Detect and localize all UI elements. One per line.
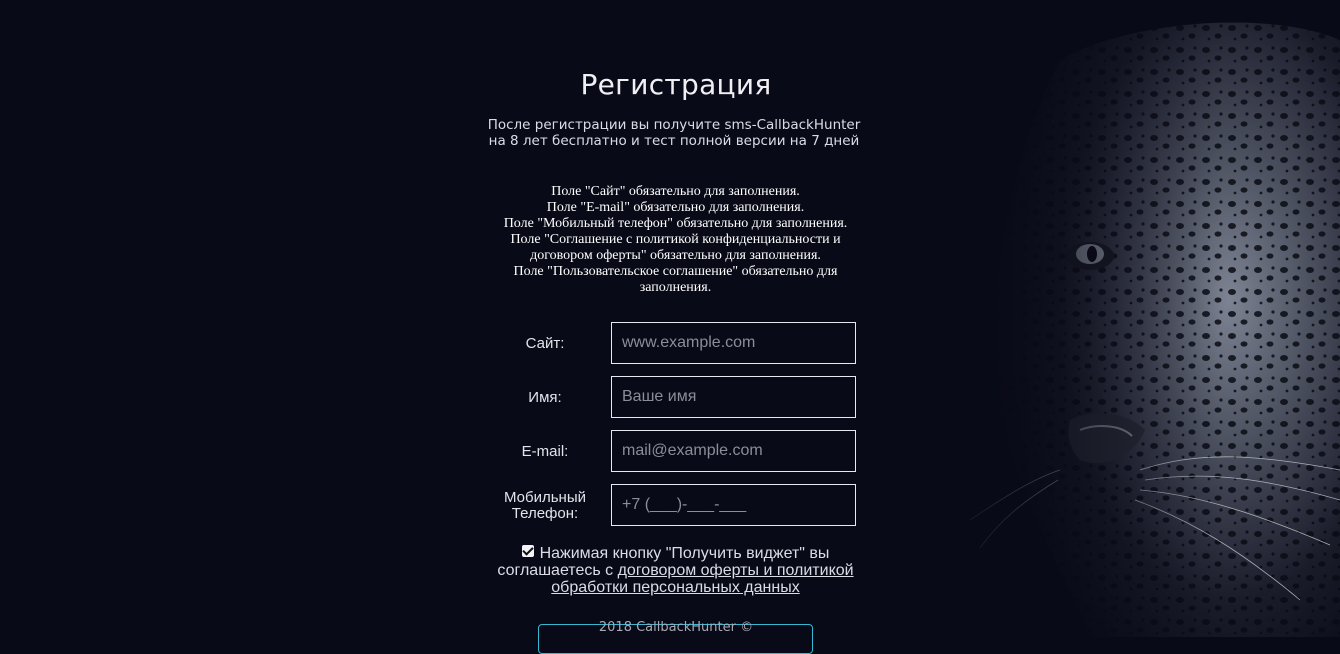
name-field-row: Имя: [490,376,860,420]
phone-label-line-2: Телефон: [511,505,579,522]
email-label: E-mail: [521,443,569,460]
validation-errors: Поле "Сайт" обязательно для заполнения. … [488,184,863,296]
agreement-block: Нажимая кнопку "Получить виджет" вы согл… [488,545,863,596]
email-input[interactable] [611,430,856,472]
footer-copyright: 2018 CallbackHunter © [598,620,754,635]
name-input[interactable] [611,376,856,418]
site-label: Сайт: [525,335,565,352]
page-subtitle: После регистрации вы получите sms-Callba… [474,117,874,149]
phone-input[interactable] [611,484,856,526]
error-message-user-agreement: Поле "Пользовательское соглашение" обяза… [513,264,838,295]
page-title: Регистрация [580,68,772,101]
site-input[interactable] [611,322,856,364]
phone-field-row: Мобильный Телефон: [490,484,860,528]
error-message-site: Поле "Сайт" обязательно для заполнения. [551,184,800,199]
agreement-checkbox[interactable] [521,545,534,557]
name-label: Имя: [528,389,562,406]
site-field-row: Сайт: [490,322,860,366]
phone-label: Мобильный Телефон: [490,490,600,522]
phone-label-line-1: Мобильный [504,489,586,506]
subtitle-line-2: на 8 лет бесплатно и тест полной версии … [488,133,860,149]
subtitle-line-1: После регистрации вы получите sms-Callba… [487,117,861,133]
error-message-phone: Поле "Мобильный телефон" обязательно для… [503,216,848,231]
error-message-email: Поле "E-mail" обязательно для заполнения… [546,200,805,215]
email-field-row: E-mail: [490,430,860,474]
error-message-privacy: Поле "Соглашение с политикой конфиденциа… [510,232,841,263]
